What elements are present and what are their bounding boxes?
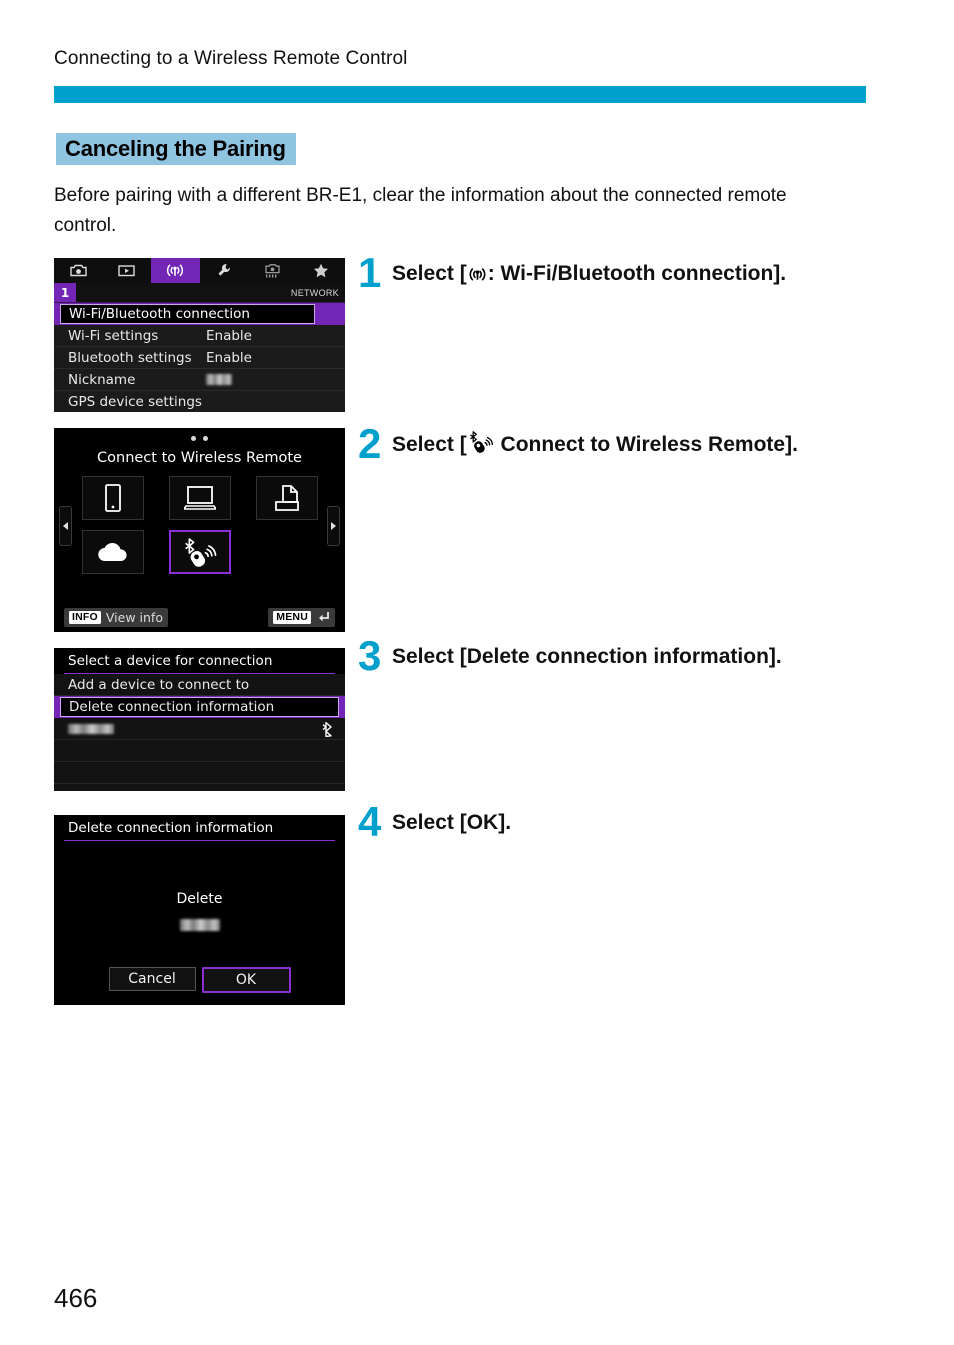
delete-dialog-title: Delete connection information <box>54 815 345 841</box>
view-info-button[interactable]: INFO View info <box>64 608 168 627</box>
menu-item-label: Wi-Fi/Bluetooth connection <box>69 306 250 322</box>
delete-dialog-message: Delete <box>176 891 223 907</box>
list-item-empty-3[interactable] <box>54 784 345 791</box>
step-number: 2 <box>358 420 382 467</box>
printer-tile[interactable] <box>256 476 318 520</box>
playback-icon <box>118 265 135 277</box>
delete-dialog-buttons: Cancel OK <box>54 967 345 993</box>
guide-bar: INFO View info MENU <box>54 603 345 632</box>
step-text-suffix: : Wi-Fi/Bluetooth connection]. <box>487 262 787 285</box>
laptop-icon <box>184 486 216 510</box>
step-text: Select [OK]. <box>392 811 512 834</box>
web-service-tile[interactable] <box>82 530 144 574</box>
delete-dialog-device-name-blurred <box>54 914 345 933</box>
step-text: Select [ Connect to Wireless Remote]. <box>392 427 798 463</box>
printer-icon <box>275 484 299 511</box>
menu-return-button[interactable]: MENU <box>268 608 335 627</box>
list-item-delete-connection-information[interactable]: Delete connection information <box>54 696 345 718</box>
list-item-empty-2[interactable] <box>54 762 345 784</box>
menu-item-wifi-settings[interactable]: Wi-Fi settings Enable <box>54 325 345 347</box>
my-menu-tab[interactable] <box>297 258 346 283</box>
step-text-prefix: Select [ <box>392 262 467 285</box>
info-key-chip: INFO <box>69 610 101 624</box>
playback-tab[interactable] <box>103 258 152 283</box>
page-dots <box>54 436 345 441</box>
select-device-title: Select a device for connection <box>54 648 345 674</box>
menu-item-bluetooth-settings[interactable]: Bluetooth settings Enable <box>54 347 345 369</box>
cancel-button[interactable]: Cancel <box>108 967 196 991</box>
wifi-icon <box>167 264 184 277</box>
camera-icon <box>70 264 87 277</box>
list-item-paired-device[interactable] <box>54 718 345 740</box>
camera-screenshot-network-menu: 1 NETWORK Wi-Fi/Bluetooth connection Wi-… <box>54 258 345 412</box>
network-tab[interactable] <box>151 258 200 283</box>
step-number: 3 <box>358 632 382 679</box>
bluetooth-remote-icon <box>185 538 217 567</box>
menu-item-label: Wi-Fi settings <box>68 327 159 344</box>
smartphone-icon <box>105 484 121 512</box>
wifi-icon <box>468 260 487 292</box>
step-text-prefix: Select [ <box>392 433 467 456</box>
list-item-label: Delete connection information <box>69 699 275 715</box>
step-number: 1 <box>358 249 382 296</box>
camera-screenshot-connect-wireless-remote: Connect to Wireless Remote INFO View inf… <box>54 428 345 632</box>
menu-item-value: Enable <box>206 349 252 366</box>
menu-item-gps-device-settings[interactable]: GPS device settings <box>54 391 345 412</box>
camera-screenshot-delete-confirmation: Delete connection information Delete Can… <box>54 815 345 1005</box>
smartphone-tile[interactable] <box>82 476 144 520</box>
menu-key-chip: MENU <box>273 610 311 624</box>
chapter-title: Connecting to a Wireless Remote Control <box>54 48 408 69</box>
cloud-icon <box>98 542 127 562</box>
step-1: 1 Select [ : Wi-Fi/Bluetooth connection]… <box>358 249 828 296</box>
network-menu-rows: Wi-Fi/Bluetooth connection Wi-Fi setting… <box>54 303 345 412</box>
menu-item-label: GPS device settings <box>68 393 202 410</box>
intro-paragraph: Before pairing with a different BR-E1, c… <box>54 185 787 236</box>
step-4: 4 Select [OK]. <box>358 798 828 845</box>
wireless-remote-icon <box>468 431 494 463</box>
menu-subbar: 1 NETWORK <box>54 283 345 303</box>
shooting-tab[interactable] <box>54 258 103 283</box>
device-tile-grid <box>82 476 318 574</box>
wireless-remote-tile[interactable] <box>169 530 231 574</box>
menu-tab-bar <box>54 258 345 283</box>
list-item-empty-1[interactable] <box>54 740 345 762</box>
previous-page-arrow[interactable] <box>59 506 72 546</box>
device-list: Add a device to connect to Delete connec… <box>54 674 345 791</box>
connect-screen-title: Connect to Wireless Remote <box>97 450 302 466</box>
menu-group-label: NETWORK <box>290 287 339 298</box>
bluetooth-icon <box>322 721 333 741</box>
menu-item-label: Nickname <box>68 371 136 388</box>
section-heading: Canceling the Pairing <box>56 133 296 165</box>
setup-tab[interactable] <box>200 258 249 283</box>
camera-screenshot-select-device: Select a device for connection Add a dev… <box>54 648 345 791</box>
menu-item-label: Bluetooth settings <box>68 349 192 366</box>
return-arrow-icon <box>319 612 329 622</box>
step-text: Select [ : Wi-Fi/Bluetooth connection]. <box>392 256 786 292</box>
custom-icon <box>265 263 280 277</box>
page-number: 466 <box>54 1283 98 1313</box>
view-info-label: View info <box>105 610 163 625</box>
menu-item-nickname[interactable]: Nickname <box>54 369 345 391</box>
step-number: 4 <box>358 798 382 845</box>
list-item-add-device[interactable]: Add a device to connect to <box>54 674 345 696</box>
step-2: 2 Select [ Connect to Wireless Remote]. <box>358 420 828 467</box>
menu-item-value: Enable <box>206 327 252 344</box>
wrench-icon <box>218 264 230 276</box>
menu-page-number: 1 <box>54 283 76 302</box>
star-icon <box>313 263 328 278</box>
next-page-arrow[interactable] <box>327 506 340 546</box>
list-item-label-blurred <box>54 721 114 737</box>
computer-tile[interactable] <box>169 476 231 520</box>
list-item-label: Add a device to connect to <box>68 676 250 693</box>
ok-button[interactable]: OK <box>201 967 291 993</box>
menu-item-value-blurred <box>206 372 232 388</box>
delete-dialog-body: Delete <box>54 841 345 977</box>
header-rule <box>54 86 866 103</box>
custom-functions-tab[interactable] <box>248 258 297 283</box>
menu-item-wifi-bluetooth-connection[interactable]: Wi-Fi/Bluetooth connection <box>54 303 345 325</box>
step-3: 3 Select [Delete connection information]… <box>358 632 828 679</box>
step-text: Select [Delete connection information]. <box>392 645 782 668</box>
step-text-suffix: Connect to Wireless Remote]. <box>494 433 798 456</box>
